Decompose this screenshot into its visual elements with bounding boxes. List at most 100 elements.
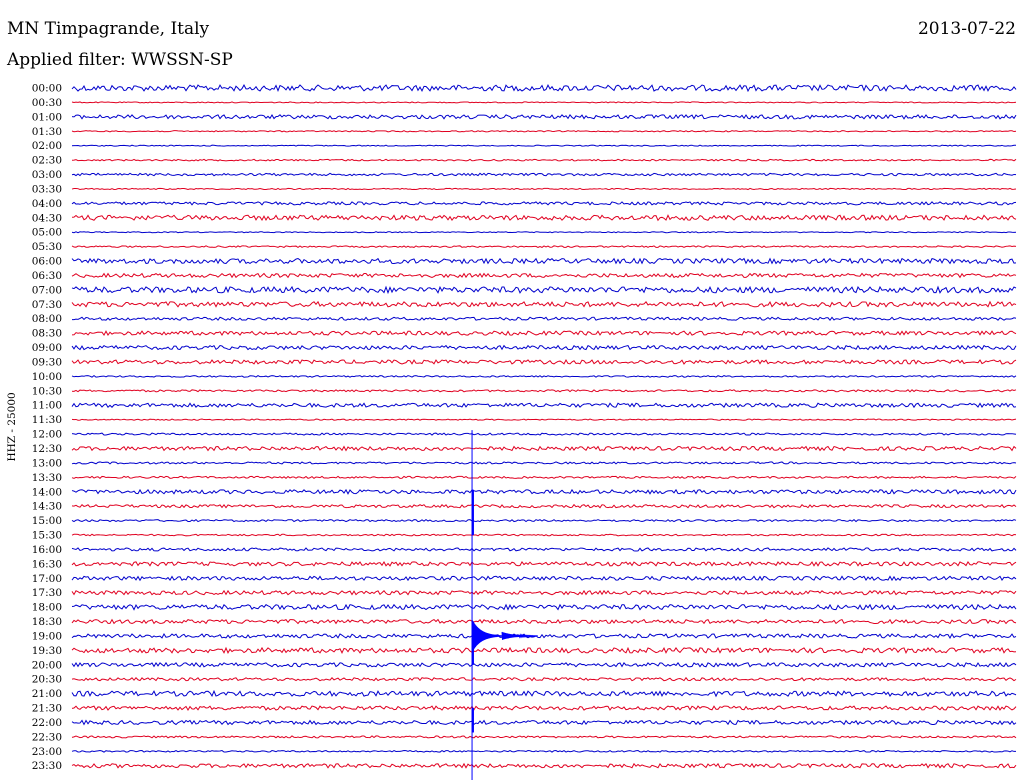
trace-1300	[71, 461, 1017, 465]
row-label: 06:30	[32, 270, 62, 282]
trace-0630	[71, 272, 1017, 279]
trace-2300	[71, 749, 1017, 753]
event-waveform	[471, 619, 504, 652]
row-label: 19:00	[32, 630, 62, 642]
trace-0430	[71, 214, 1017, 222]
row-label: 22:00	[32, 717, 62, 729]
row-label: 10:00	[32, 371, 62, 383]
row-label: 07:30	[32, 299, 62, 311]
trace-2100	[71, 689, 1017, 698]
row-label: 16:30	[32, 558, 62, 570]
row-label: 16:00	[32, 544, 62, 556]
row-label: 23:30	[32, 760, 62, 772]
trace-1200	[71, 432, 1017, 436]
trace-1230	[71, 445, 1017, 452]
row-label: 01:30	[32, 126, 62, 138]
y-axis-label: HHZ - 25000	[6, 392, 18, 461]
trace-0000	[71, 84, 1017, 93]
trace-1130	[71, 418, 1017, 421]
row-label: 02:00	[32, 140, 62, 152]
trace-1530	[71, 533, 1017, 537]
row-label: 21:00	[32, 688, 62, 700]
row-label: 15:30	[32, 530, 62, 542]
trace-1430	[71, 503, 1017, 509]
trace-1730	[71, 589, 1017, 596]
row-label: 22:30	[32, 731, 62, 743]
row-label: 10:30	[32, 385, 62, 397]
row-label: 05:00	[32, 227, 62, 239]
row-label: 03:00	[32, 169, 62, 181]
row-label: 18:00	[32, 602, 62, 614]
trace-0400	[71, 201, 1017, 206]
row-label: 14:30	[32, 501, 62, 513]
row-label: 08:30	[32, 328, 62, 340]
trace-1500	[71, 519, 1017, 523]
row-label: 05:30	[32, 241, 62, 253]
trace-0130	[71, 130, 1017, 133]
row-label: 17:00	[32, 573, 62, 585]
trace-1700	[71, 575, 1017, 582]
trace-2130	[71, 705, 1017, 712]
row-label: 04:00	[32, 198, 62, 210]
trace-0700	[71, 285, 1017, 295]
trace-1330	[71, 475, 1017, 479]
trace-1400	[71, 488, 1017, 495]
row-label: 01:00	[32, 111, 62, 123]
row-label: 19:30	[32, 645, 62, 657]
trace-1900	[71, 632, 1017, 639]
row-label: 23:00	[32, 746, 62, 758]
row-label: 03:30	[32, 183, 62, 195]
helicorder-plot: 00:00 00:30 01:00 01:30 02:00 02:30 03:00 03:30…	[6, 83, 1017, 780]
trace-1100	[71, 402, 1017, 409]
seismic-traces	[71, 84, 1017, 769]
row-label: 11:00	[32, 400, 62, 412]
row-label: 09:30	[32, 356, 62, 368]
row-label: 13:00	[32, 457, 62, 469]
row-label: 17:30	[32, 587, 62, 599]
row-label: 20:30	[32, 674, 62, 686]
trace-0330	[71, 187, 1017, 191]
trace-0030	[71, 101, 1017, 104]
row-label: 20:00	[32, 659, 62, 671]
row-label: 08:00	[32, 313, 62, 325]
row-label: 06:00	[32, 256, 62, 268]
trace-1800	[71, 603, 1017, 611]
row-label: 15:00	[32, 515, 62, 527]
trace-0530	[71, 245, 1017, 249]
row-label: 12:00	[32, 429, 62, 441]
trace-2330	[71, 762, 1017, 769]
trace-0930	[71, 359, 1017, 365]
row-labels: 00:00 00:30 01:00 01:30 02:00 02:30 03:00 03:30…	[32, 83, 62, 773]
trace-1930	[71, 646, 1017, 654]
trace-2200	[71, 719, 1017, 726]
trace-1830	[71, 618, 1017, 625]
row-label: 04:30	[32, 212, 62, 224]
trace-0500	[71, 231, 1017, 234]
trace-0230	[71, 158, 1017, 162]
trace-2030	[71, 676, 1017, 682]
trace-1600	[71, 547, 1017, 552]
trace-1000	[71, 374, 1017, 378]
trace-0300	[71, 172, 1017, 177]
row-label: 02:30	[32, 155, 62, 167]
row-label: 00:00	[32, 83, 62, 95]
row-label: 12:30	[32, 443, 62, 455]
trace-1030	[71, 389, 1017, 393]
trace-0730	[71, 300, 1017, 308]
trace-2230	[71, 735, 1017, 739]
row-label: 13:30	[32, 472, 62, 484]
row-label: 14:00	[32, 486, 62, 498]
trace-0200	[71, 144, 1017, 147]
row-label: 11:30	[32, 414, 62, 426]
row-label: 07:00	[32, 284, 62, 296]
row-label: 09:00	[32, 342, 62, 354]
row-label: 18:30	[32, 616, 62, 628]
row-label: 21:30	[32, 703, 62, 715]
event-coda	[501, 631, 538, 640]
trace-0900	[71, 344, 1017, 351]
trace-2000	[71, 661, 1017, 668]
trace-0830	[71, 330, 1017, 337]
trace-0800	[72, 316, 1017, 322]
trace-0100	[71, 113, 1017, 120]
trace-1630	[71, 560, 1017, 567]
